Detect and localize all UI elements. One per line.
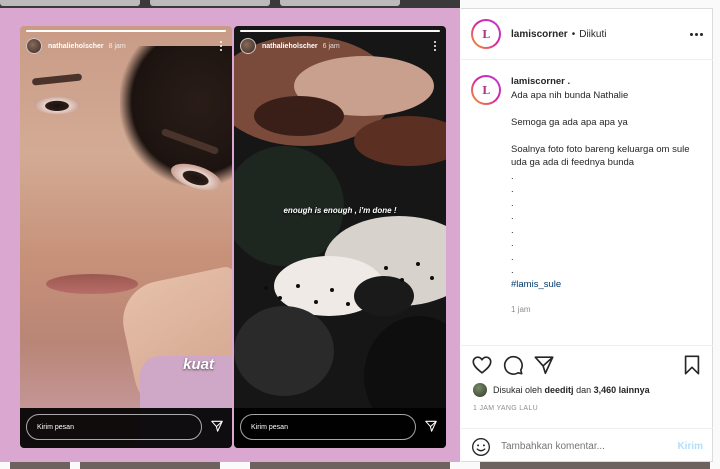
caption-line: . bbox=[511, 170, 514, 182]
bottom-thumbnail-strip bbox=[0, 462, 720, 469]
post-media: nathalieholscher 8 jam kuat Kirim pesan bbox=[0, 8, 460, 462]
story-reply-input[interactable]: Kirim pesan bbox=[240, 414, 416, 440]
caption-line: Ada apa nih bunda Nathalie bbox=[511, 89, 629, 101]
caption-line: . bbox=[511, 251, 514, 263]
story-time: 8 jam bbox=[108, 42, 126, 50]
follow-status-button[interactable]: Diikuti bbox=[579, 29, 606, 40]
bookmark-icon[interactable] bbox=[681, 354, 703, 376]
story-reply-input[interactable]: Kirim pesan bbox=[26, 414, 202, 440]
post-header: L lamiscorner • Diikuti bbox=[461, 9, 713, 60]
send-icon[interactable] bbox=[424, 419, 438, 433]
thumbnail[interactable] bbox=[0, 0, 140, 6]
story-username[interactable]: nathalieholscher bbox=[48, 43, 104, 50]
story-screenshot-1: nathalieholscher 8 jam kuat Kirim pesan bbox=[20, 26, 232, 448]
caption-line: Semoga ga ada apa apa ya bbox=[511, 116, 628, 128]
more-icon[interactable] bbox=[216, 40, 226, 52]
likes-count[interactable]: 3,460 lainnya bbox=[594, 385, 650, 395]
caption-username[interactable]: lamiscorner . bbox=[511, 75, 703, 89]
action-icons bbox=[471, 354, 703, 378]
post-actions: Disukai oleh deeditj dan 3,460 lainnya 1… bbox=[461, 345, 713, 463]
caption-line: . bbox=[511, 265, 514, 276]
likes-prefix: Disukai oleh bbox=[493, 385, 543, 395]
avatar[interactable] bbox=[240, 38, 256, 54]
avatar[interactable] bbox=[473, 383, 487, 397]
caption-line: . bbox=[511, 197, 514, 209]
post-comment-button[interactable]: Kirim bbox=[677, 441, 703, 452]
more-icon[interactable] bbox=[430, 40, 440, 52]
story-header: nathalieholscher 6 jam bbox=[240, 37, 440, 55]
caption-text: Ada apa nih bunda Nathalie Semoga ga ada… bbox=[511, 89, 703, 278]
story-username[interactable]: nathalieholscher bbox=[262, 43, 318, 50]
post-username[interactable]: lamiscorner bbox=[511, 29, 568, 40]
thumbnail[interactable] bbox=[250, 462, 450, 469]
heart-icon[interactable] bbox=[471, 354, 493, 376]
brand-logo-icon: L bbox=[482, 83, 490, 97]
avatar[interactable] bbox=[26, 38, 42, 54]
post-caption: L lamiscorner . Ada apa nih bunda Nathal… bbox=[461, 61, 713, 345]
story-reply-bar: Kirim pesan bbox=[20, 408, 232, 448]
avatar[interactable]: L bbox=[471, 75, 501, 105]
story-overlay-text: enough is enough , i'm done ! bbox=[283, 206, 397, 215]
thumbnail[interactable] bbox=[480, 462, 710, 469]
caption-line: . bbox=[511, 184, 514, 195]
brand-logo-icon: L bbox=[482, 27, 490, 41]
caption-line bbox=[511, 102, 703, 116]
separator: • bbox=[571, 28, 576, 40]
comment-form: Kirim bbox=[461, 428, 713, 464]
story-photo bbox=[234, 26, 446, 448]
caption-line: . bbox=[511, 211, 514, 222]
story-photo bbox=[20, 26, 232, 448]
comment-icon[interactable] bbox=[502, 354, 524, 376]
thumbnail[interactable] bbox=[10, 462, 70, 469]
caption-line bbox=[511, 129, 703, 143]
comment-input[interactable] bbox=[501, 441, 678, 452]
avatar[interactable]: L bbox=[471, 19, 501, 49]
send-icon[interactable] bbox=[210, 419, 224, 433]
story-header: nathalieholscher 8 jam bbox=[26, 37, 226, 55]
likes-middle: dan bbox=[576, 385, 592, 395]
caption-body: lamiscorner . Ada apa nih bunda Nathalie… bbox=[511, 75, 703, 331]
hashtag-link[interactable]: #lamis_sule bbox=[511, 278, 703, 292]
likes-user[interactable]: deeditj bbox=[545, 385, 574, 395]
share-icon[interactable] bbox=[533, 354, 555, 376]
story-progress-bar bbox=[26, 30, 226, 32]
caption-line: . bbox=[511, 238, 514, 249]
caption-time: 1 jam bbox=[511, 305, 531, 314]
more-icon[interactable] bbox=[690, 32, 703, 36]
story-screenshot-2: nathalieholscher 6 jam enough is enough … bbox=[234, 26, 446, 448]
post-date: 1 JAM YANG LALU bbox=[473, 405, 538, 412]
likes-summary: Disukai oleh deeditj dan 3,460 lainnya bbox=[473, 383, 650, 397]
thumbnail[interactable] bbox=[150, 0, 270, 6]
story-reply-bar: Kirim pesan bbox=[234, 408, 446, 448]
post-side-panel: L lamiscorner • Diikuti L lamiscorner . … bbox=[461, 8, 713, 462]
story-time: 6 jam bbox=[322, 42, 340, 50]
instagram-post-view: nathalieholscher 8 jam kuat Kirim pesan bbox=[0, 0, 720, 469]
thumbnail[interactable] bbox=[80, 462, 220, 469]
caption-line: Soalnya foto foto bareng keluarga om sul… bbox=[511, 143, 693, 169]
emoji-icon[interactable] bbox=[471, 437, 491, 457]
story-sticker-text: kuat bbox=[183, 356, 214, 373]
caption-line: . bbox=[511, 224, 514, 236]
story-progress-bar bbox=[240, 30, 440, 32]
thumbnail[interactable] bbox=[280, 0, 400, 6]
